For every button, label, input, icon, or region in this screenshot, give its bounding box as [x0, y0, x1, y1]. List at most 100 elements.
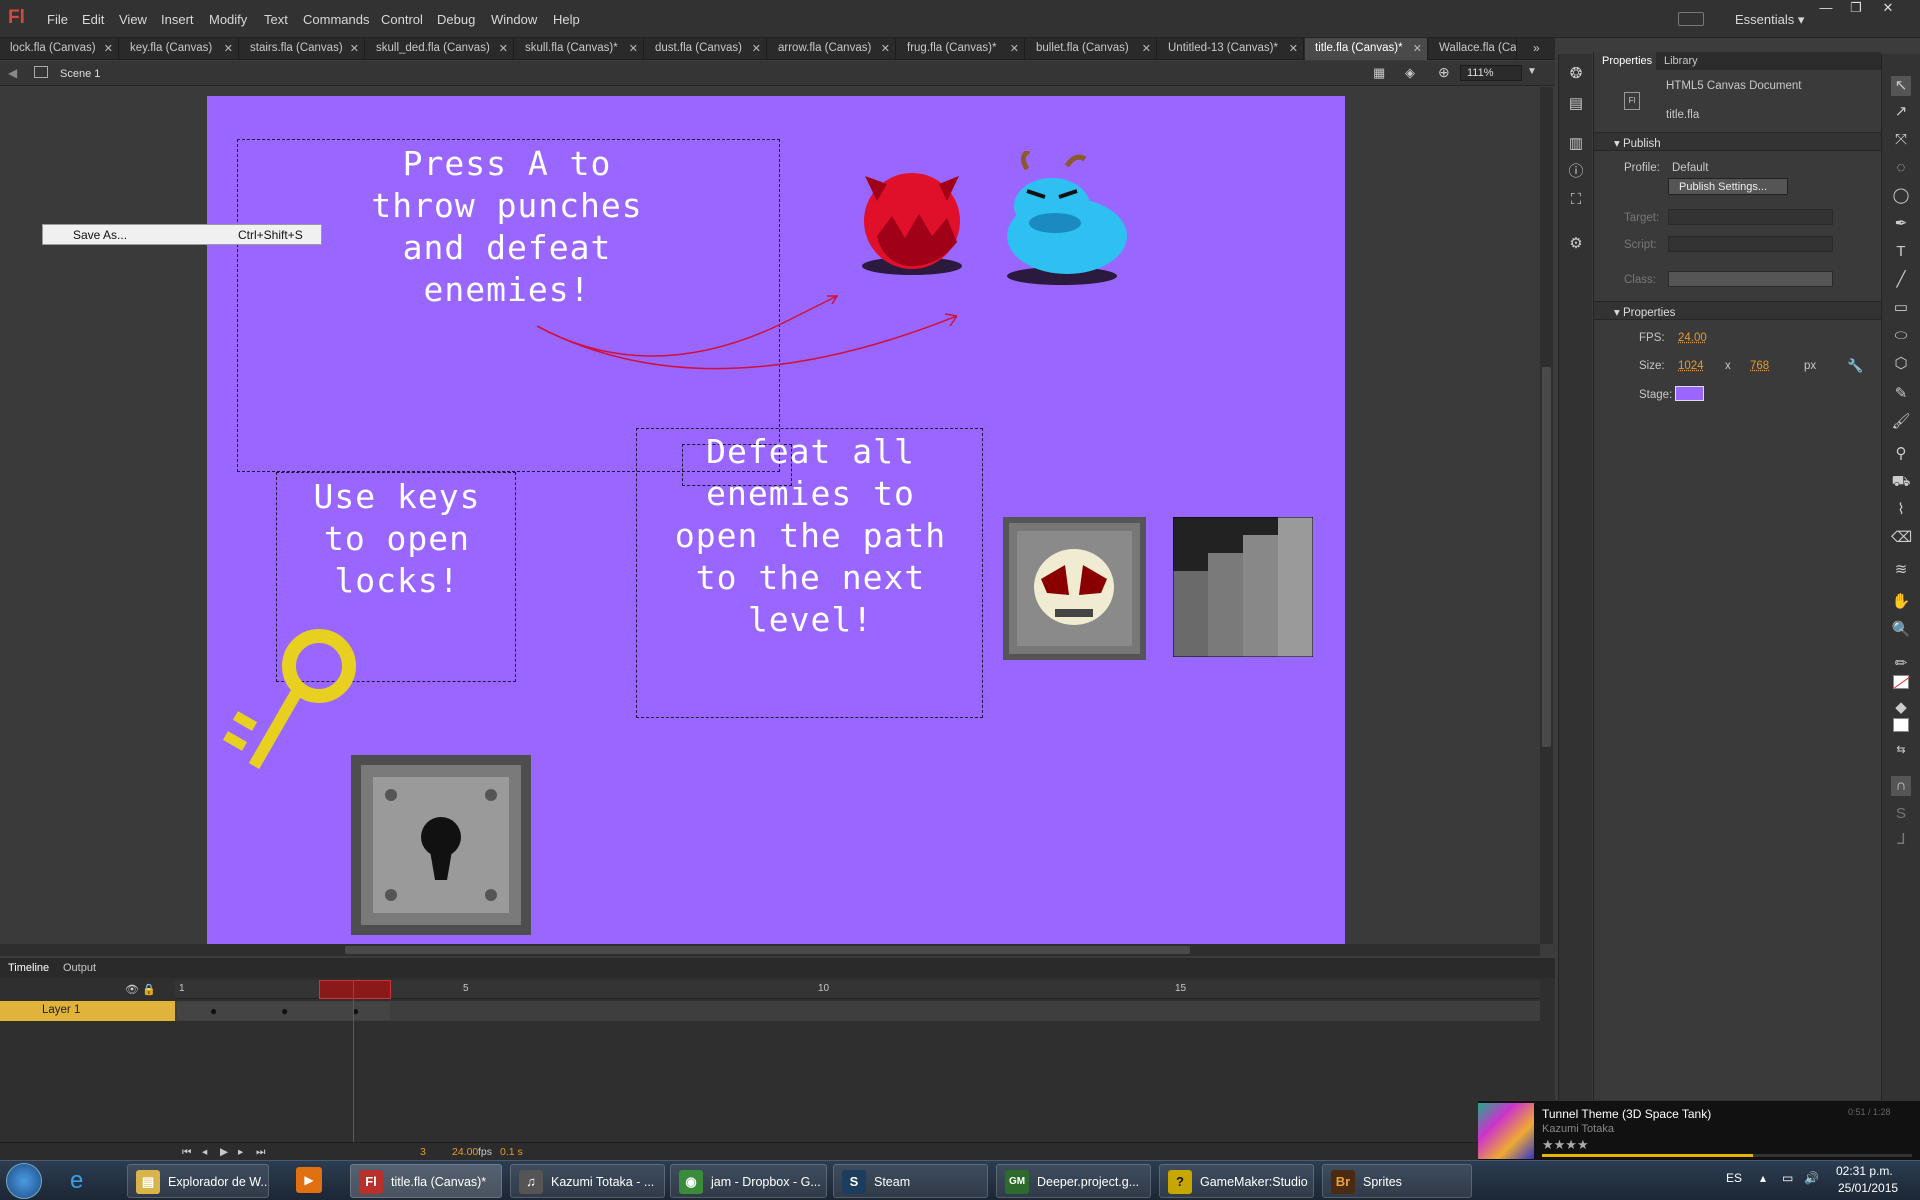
task-explorer[interactable]: ▤ Explorador de W...: [127, 1164, 269, 1198]
smooth-icon[interactable]: S: [1891, 804, 1911, 824]
clock-time[interactable]: 02:31 p.m.: [1836, 1164, 1893, 1178]
last-frame-icon[interactable]: ⏭: [256, 1146, 265, 1159]
fps-value[interactable]: 24.00: [452, 1146, 478, 1158]
tab-skull[interactable]: skull.fla (Canvas)* ✕: [515, 38, 644, 60]
edit-symbol-icon[interactable]: ◈: [1405, 65, 1415, 81]
oval-tool-icon[interactable]: ⬭: [1891, 326, 1911, 346]
devil-enemy-sprite[interactable]: [847, 156, 977, 286]
menu-debug[interactable]: Debug: [437, 12, 475, 27]
stage-color-swatch[interactable]: [1675, 386, 1704, 401]
back-arrow-icon[interactable]: ◀: [8, 66, 17, 80]
menu-view[interactable]: View: [119, 12, 147, 27]
clock-date[interactable]: 25/01/2015: [1838, 1181, 1898, 1195]
task-deeper-project[interactable]: GM Deeper.project.g...: [996, 1164, 1151, 1198]
tab-title[interactable]: title.fla (Canvas)* ✕: [1305, 38, 1428, 60]
vertical-scrollbar[interactable]: [1540, 87, 1553, 944]
task-gamemaker[interactable]: ? GameMaker:Studio: [1159, 1164, 1314, 1198]
bone-tool-icon[interactable]: ⚲: [1891, 444, 1911, 464]
minimize-button[interactable]: —: [1812, 0, 1840, 20]
eye-icon[interactable]: 👁: [125, 983, 139, 996]
close-tab-icon[interactable]: ✕: [350, 42, 359, 55]
tab-bullet[interactable]: bullet.fla (Canvas) ✕: [1026, 38, 1157, 60]
scroll-thumb[interactable]: [345, 946, 1190, 954]
tab-untitled-13[interactable]: Untitled-13 (Canvas)* ✕: [1158, 38, 1304, 60]
script-select[interactable]: [1668, 236, 1833, 252]
zoom-tool-icon[interactable]: 🔍: [1891, 620, 1911, 640]
tab-overflow-icon[interactable]: »: [1533, 41, 1540, 55]
task-animate[interactable]: Fl title.fla (Canvas)*: [350, 1164, 502, 1198]
center-stage-icon[interactable]: ⊕: [1438, 64, 1450, 81]
step-back-icon[interactable]: ◂: [202, 1146, 207, 1158]
swap-colors-icon[interactable]: ⇆: [1891, 740, 1911, 760]
tray-arrow-icon[interactable]: ▴: [1760, 1171, 1766, 1185]
info-icon[interactable]: ⓘ: [1566, 162, 1586, 182]
height-field[interactable]: 768: [1750, 360, 1769, 372]
subselection-tool-icon[interactable]: ↗: [1891, 102, 1911, 122]
stage-canvas[interactable]: Press A to throw punches and defeat enem…: [207, 96, 1345, 944]
keyframe-dot[interactable]: ●: [210, 1004, 217, 1018]
tab-wallace[interactable]: Wallace.fla (Ca: [1429, 38, 1517, 60]
lasso-tool-icon[interactable]: ◯: [1891, 186, 1911, 206]
stairs-block-sprite[interactable]: [1173, 517, 1313, 657]
wrench-icon[interactable]: 🔧: [1847, 358, 1863, 374]
fill-color-icon[interactable]: ◆: [1891, 698, 1911, 718]
rating-stars[interactable]: ★★★★: [1542, 1137, 1589, 1153]
keyframe-dot[interactable]: ●: [281, 1004, 288, 1018]
scene-label[interactable]: Scene 1: [60, 68, 100, 80]
class-field[interactable]: [1668, 271, 1833, 287]
properties-section-header[interactable]: ▾ Properties: [1594, 301, 1881, 320]
rectangle-tool-icon[interactable]: ▭: [1891, 298, 1911, 318]
media-player-icon[interactable]: ▶: [296, 1167, 322, 1193]
maximize-button[interactable]: ❐: [1842, 0, 1870, 20]
components-icon[interactable]: ⚙: [1566, 234, 1586, 254]
tab-properties[interactable]: Properties: [1594, 52, 1656, 70]
tab-library[interactable]: Library: [1664, 55, 1698, 67]
menu-text[interactable]: Text: [264, 12, 288, 27]
3d-rotation-icon[interactable]: ◌: [1891, 158, 1911, 178]
tab-output[interactable]: Output: [63, 962, 96, 974]
line-tool-icon[interactable]: ╱: [1891, 270, 1911, 290]
close-tab-icon[interactable]: ✕: [881, 42, 890, 55]
target-select[interactable]: [1668, 209, 1833, 225]
tab-key[interactable]: key.fla (Canvas) ✕: [120, 38, 239, 60]
eyedropper-icon[interactable]: ⌇: [1891, 500, 1911, 520]
play-icon[interactable]: ▶: [220, 1146, 228, 1158]
close-tab-icon[interactable]: ✕: [752, 42, 761, 55]
timeline-ruler[interactable]: 1 5 10 15: [175, 980, 1540, 999]
stroke-color-swatch[interactable]: [1893, 675, 1911, 689]
menu-window[interactable]: Window: [491, 12, 537, 27]
hint-text-keys[interactable]: Use keys to open locks!: [277, 476, 517, 602]
chevron-down-icon[interactable]: ▼: [1527, 66, 1537, 77]
horizontal-scrollbar[interactable]: [0, 944, 1540, 956]
tab-arrow[interactable]: arrow.fla (Canvas) ✕: [768, 38, 896, 60]
elapsed-time[interactable]: 0.1 s: [500, 1146, 523, 1158]
menu-insert[interactable]: Insert: [161, 12, 194, 27]
selection-tool-icon[interactable]: ↖: [1891, 76, 1911, 96]
tab-dust[interactable]: dust.fla (Canvas) ✕: [645, 38, 767, 60]
polystar-tool-icon[interactable]: ⬡: [1891, 354, 1911, 374]
sync-settings-icon[interactable]: [1678, 12, 1704, 26]
skull-block-sprite[interactable]: [1003, 517, 1146, 660]
close-tab-icon[interactable]: ✕: [224, 42, 233, 55]
menu-file[interactable]: File: [47, 12, 68, 27]
save-as-menu-item[interactable]: Save As...: [73, 228, 127, 242]
close-tab-icon[interactable]: ✕: [1289, 42, 1298, 55]
close-tab-icon[interactable]: ✕: [499, 42, 508, 55]
pencil-tool-icon[interactable]: ✎: [1891, 384, 1911, 404]
task-steam[interactable]: S Steam: [833, 1164, 988, 1198]
close-tab-icon[interactable]: ✕: [1142, 42, 1151, 55]
stroke-color-icon[interactable]: ✏: [1891, 654, 1911, 674]
pen-tool-icon[interactable]: ✒: [1891, 214, 1911, 234]
task-chrome[interactable]: ◉ jam - Dropbox - G...: [670, 1164, 827, 1198]
brush-tool-icon[interactable]: 🖌: [1891, 412, 1911, 432]
layer-label[interactable]: Layer 1: [0, 1001, 175, 1021]
straighten-icon[interactable]: ᒧ: [1891, 830, 1911, 850]
width-field[interactable]: 1024: [1678, 360, 1704, 372]
layer-row[interactable]: ● ● ●: [0, 1001, 1540, 1021]
publish-settings-button[interactable]: Publish Settings...: [1668, 178, 1788, 195]
snap-magnet-icon[interactable]: ∩: [1891, 776, 1911, 796]
start-button[interactable]: [6, 1163, 42, 1199]
ie-icon[interactable]: e: [70, 1167, 83, 1195]
menu-control[interactable]: Control: [381, 12, 423, 27]
text-tool-icon[interactable]: T: [1891, 242, 1911, 262]
